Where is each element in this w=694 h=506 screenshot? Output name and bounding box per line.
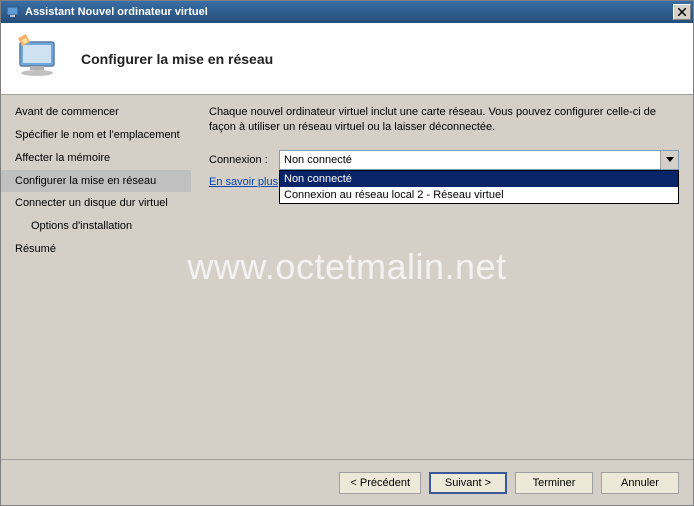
app-icon (5, 4, 21, 20)
connection-row: Connexion : Non connecté Non connecté Co… (209, 150, 679, 170)
connection-value: Non connecté (284, 154, 352, 166)
connection-combobox[interactable]: Non connecté (279, 150, 679, 170)
cancel-button[interactable]: Annuler (601, 472, 679, 494)
connection-dropdown: Non connecté Connexion au réseau local 2… (279, 170, 679, 204)
page-title: Configurer la mise en réseau (81, 51, 273, 67)
content-panel: Chaque nouvel ordinateur virtuel inclut … (191, 95, 693, 459)
sidebar-item-before-start[interactable]: Avant de commencer (1, 101, 191, 124)
window-title: Assistant Nouvel ordinateur virtuel (25, 6, 673, 18)
sidebar-item-memory[interactable]: Affecter la mémoire (1, 147, 191, 170)
previous-button[interactable]: < Précédent (339, 472, 421, 494)
next-button[interactable]: Suivant > (429, 472, 507, 494)
titlebar: Assistant Nouvel ordinateur virtuel (1, 1, 693, 23)
dropdown-option-not-connected[interactable]: Non connecté (280, 171, 678, 187)
description-text: Chaque nouvel ordinateur virtuel inclut … (209, 105, 679, 136)
sidebar-item-name-location[interactable]: Spécifier le nom et l'emplacement (1, 124, 191, 147)
sidebar: Avant de commencer Spécifier le nom et l… (1, 95, 191, 459)
sidebar-item-install-options[interactable]: Options d'installation (1, 215, 191, 238)
dropdown-option-local-2[interactable]: Connexion au réseau local 2 - Réseau vir… (280, 187, 678, 203)
connection-combo-wrap: Non connecté Non connecté Connexion au r… (279, 150, 679, 170)
sidebar-item-summary[interactable]: Résumé (1, 238, 191, 261)
learn-more-link[interactable]: En savoir plus (209, 176, 278, 188)
close-icon (678, 8, 686, 16)
chevron-down-icon (660, 151, 678, 169)
sidebar-item-disk[interactable]: Connecter un disque dur virtuel (1, 192, 191, 215)
header-panel: Configurer la mise en réseau (1, 23, 693, 95)
wizard-window: Assistant Nouvel ordinateur virtuel Conf… (0, 0, 694, 506)
sidebar-item-network[interactable]: Configurer la mise en réseau (1, 170, 191, 193)
finish-button[interactable]: Terminer (515, 472, 593, 494)
footer: < Précédent Suivant > Terminer Annuler (1, 459, 693, 505)
body: Avant de commencer Spécifier le nom et l… (1, 95, 693, 459)
connection-label: Connexion : (209, 154, 279, 166)
wizard-icon (11, 31, 67, 87)
close-button[interactable] (673, 4, 691, 20)
